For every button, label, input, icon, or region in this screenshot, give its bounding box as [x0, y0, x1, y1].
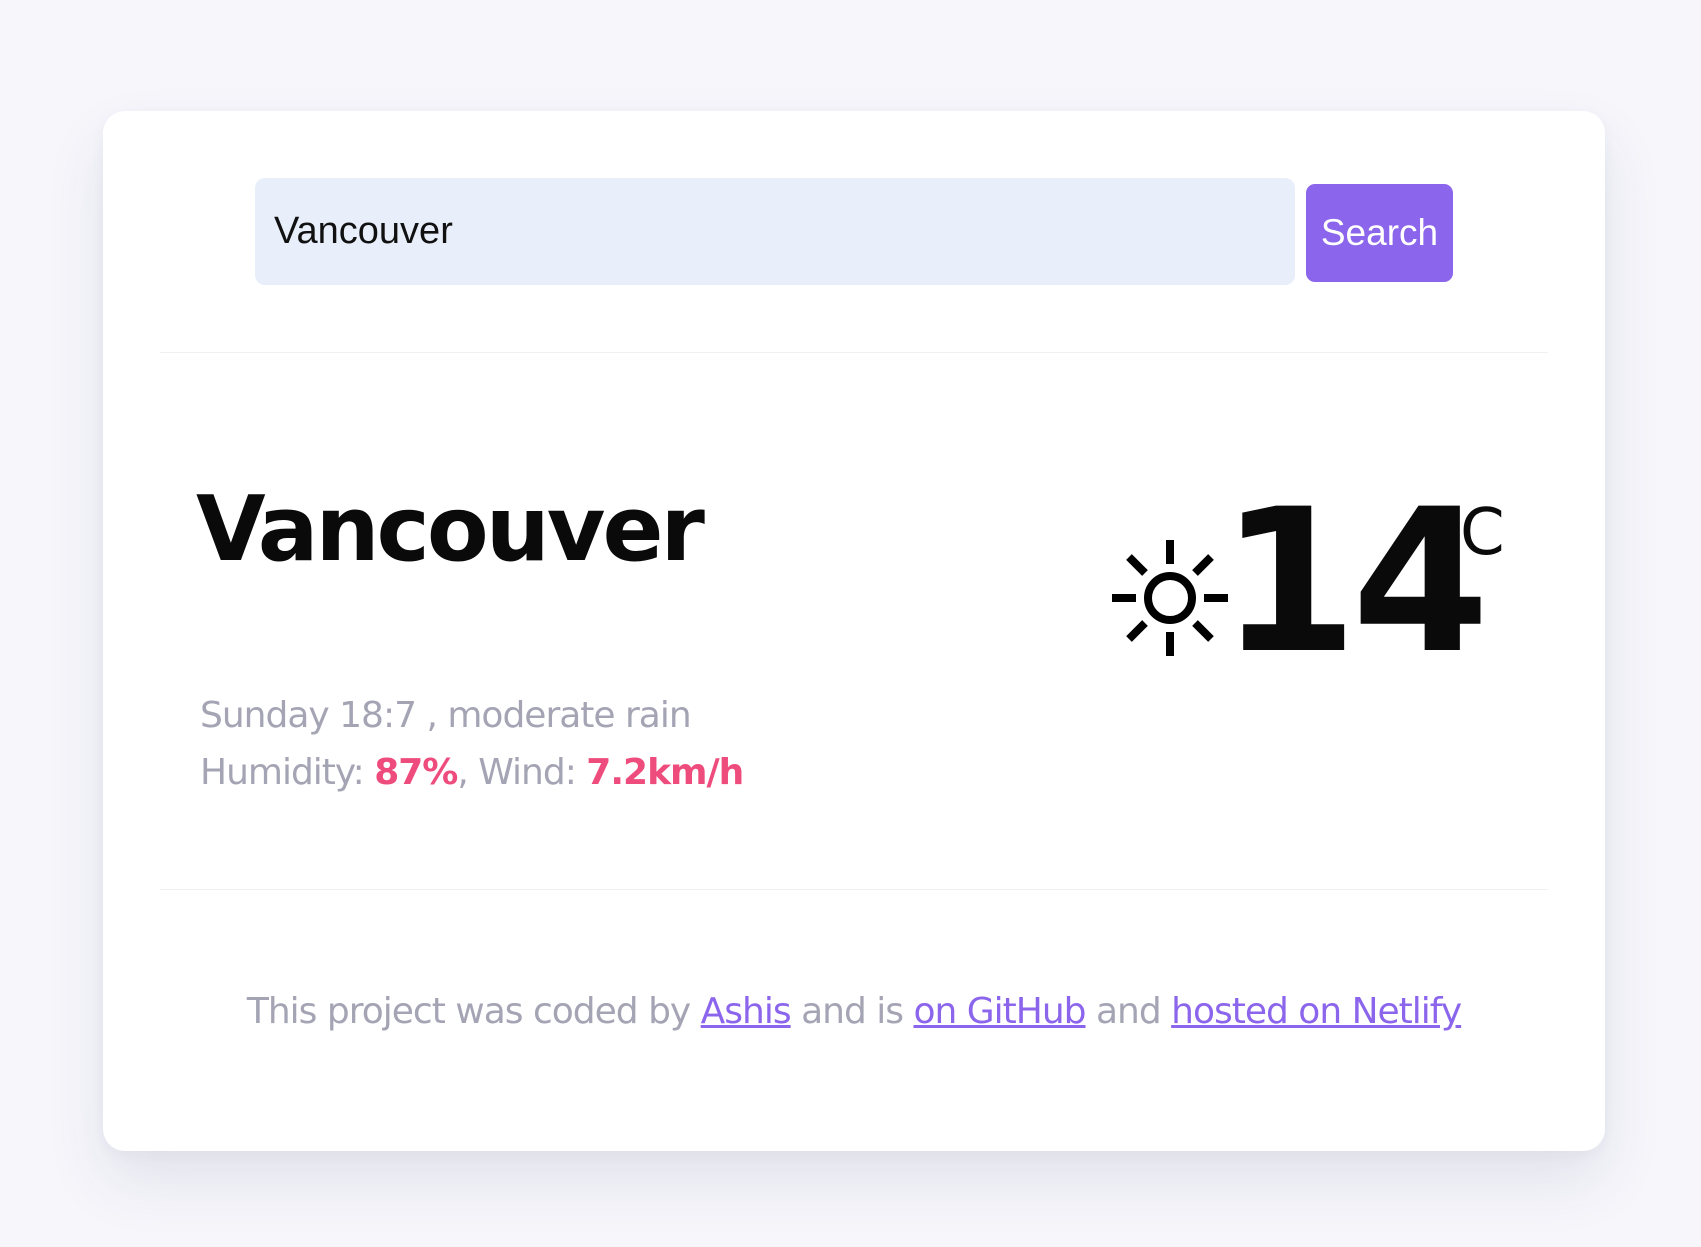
github-link[interactable]: on GitHub [913, 991, 1086, 1032]
author-link[interactable]: Ashis [701, 991, 792, 1032]
netlify-link[interactable]: hosted on Netlify [1171, 991, 1462, 1032]
wind-label: Wind: [478, 752, 587, 793]
search-input[interactable] [255, 178, 1295, 285]
search-button[interactable]: Search [1306, 184, 1453, 282]
sun-icon [1112, 540, 1228, 656]
separator-text: , [416, 695, 448, 736]
date-description-line: Sunday 18:7 , moderate rain [200, 687, 743, 744]
weather-description: moderate rain [447, 695, 691, 736]
footer-text: This project was coded by [246, 991, 701, 1032]
divider-top [160, 352, 1548, 353]
day-time: Sunday 18:7 [200, 695, 417, 736]
weather-card: Search Vancouver Sunday 18:7 , moderate … [103, 111, 1605, 1151]
temperature-unit: °C [1432, 496, 1505, 570]
wind-value: 7.2km/h [586, 752, 744, 793]
footer-text: and is [790, 991, 914, 1032]
humidity-label: Humidity: [200, 752, 375, 793]
footer-text: and [1085, 991, 1172, 1032]
weather-details: Sunday 18:7 , moderate rain Humidity: 87… [200, 687, 744, 801]
divider-bottom [160, 889, 1548, 890]
footer: This project was coded by Ashis and is o… [103, 991, 1605, 1032]
temperature-block: 14 °C [1098, 483, 1518, 691]
humidity-value: 87% [374, 752, 458, 793]
city-name: Vancouver [196, 477, 705, 582]
wind-separator: , [457, 752, 479, 793]
humidity-wind-line: Humidity: 87%, Wind: 7.2km/h [200, 744, 744, 801]
